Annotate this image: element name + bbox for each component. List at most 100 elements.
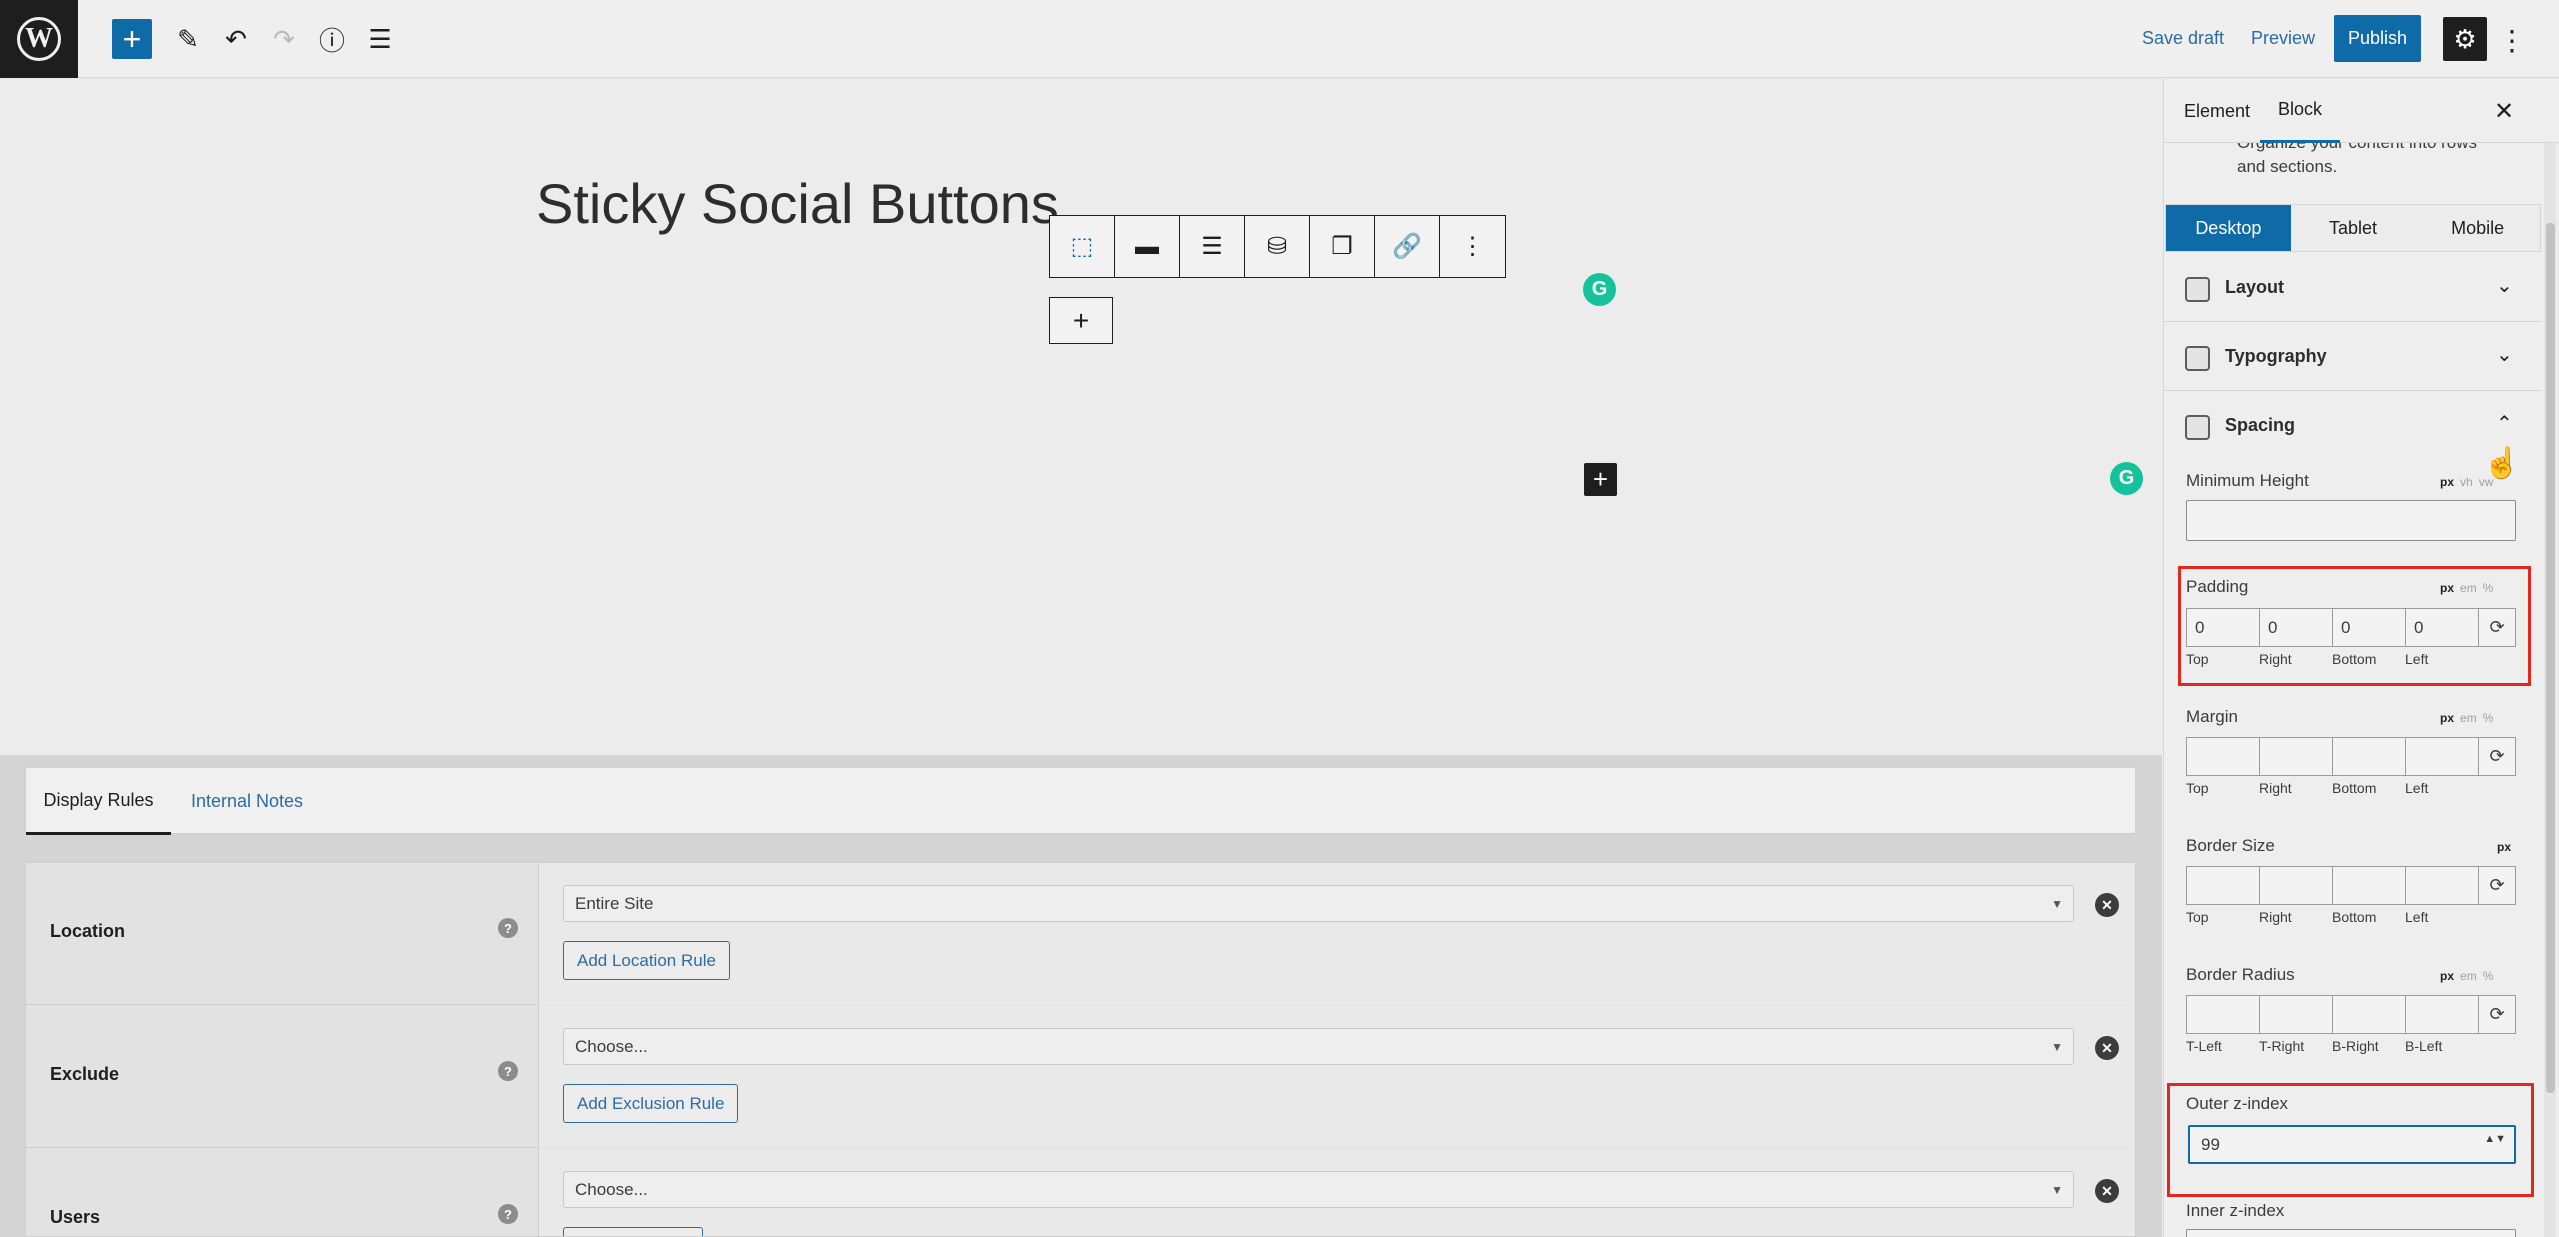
help-icon[interactable]: ? — [498, 1204, 518, 1224]
radius-top-left-input[interactable] — [2187, 996, 2260, 1033]
padding-right-input[interactable]: 0 — [2260, 609, 2333, 646]
outer-z-index-input[interactable]: 99 ▲▼ — [2188, 1125, 2516, 1164]
unit-percent[interactable]: % — [2483, 581, 2494, 595]
add-user-rule-button[interactable] — [563, 1227, 703, 1236]
radius-top-right-input[interactable] — [2260, 996, 2333, 1033]
tab-element[interactable]: Element — [2184, 79, 2250, 143]
select-parent-button[interactable]: ⬚ — [1050, 216, 1115, 277]
link-button[interactable]: 🔗 — [1375, 216, 1440, 277]
margin-left-input[interactable] — [2406, 738, 2479, 775]
border-left-input[interactable] — [2406, 867, 2479, 904]
input-value: 99 — [2201, 1135, 2220, 1154]
unit-px[interactable]: px — [2440, 969, 2454, 983]
block-width-button[interactable]: ▬ — [1115, 216, 1180, 277]
margin-units: px em% — [2440, 711, 2499, 725]
radius-bottom-left-input[interactable] — [2406, 996, 2479, 1033]
block-appender-button[interactable]: + — [1584, 463, 1617, 496]
unit-em[interactable]: em — [2460, 969, 2477, 983]
remove-rule-button[interactable]: ✕ — [2095, 1036, 2119, 1060]
link-values-button[interactable]: ⟳ — [2479, 609, 2515, 646]
wordpress-icon: W — [17, 17, 61, 61]
help-icon[interactable]: ? — [498, 1061, 518, 1081]
padding-left-input[interactable]: 0 — [2406, 609, 2479, 646]
scrollbar-thumb[interactable] — [2546, 223, 2555, 1093]
panel-typography[interactable]: Typography ⌄ — [2164, 322, 2542, 391]
settings-button[interactable]: ⚙ — [2443, 17, 2487, 61]
rule-row-exclude: Exclude ? Choose... ▼ ✕ Add Exclusion Ru… — [26, 1006, 2135, 1148]
wordpress-logo-button[interactable]: W — [0, 0, 78, 78]
block-options-button[interactable]: ⋮ — [1440, 216, 1505, 277]
add-exclusion-rule-button[interactable]: Add Exclusion Rule — [563, 1084, 739, 1123]
unit-percent[interactable]: % — [2483, 711, 2494, 725]
sync-icon: ⟳ — [2489, 1004, 2505, 1024]
details-button[interactable]: ⓘ — [312, 19, 352, 59]
min-height-input[interactable] — [2186, 500, 2516, 541]
border-bottom-input[interactable] — [2333, 867, 2406, 904]
remove-rule-button[interactable]: ✕ — [2095, 1179, 2119, 1203]
padding-bottom-input[interactable]: 0 — [2333, 609, 2406, 646]
location-select[interactable]: Entire Site ▼ — [563, 885, 2074, 922]
tab-tablet[interactable]: Tablet — [2290, 205, 2416, 251]
unit-px[interactable]: px — [2440, 711, 2454, 725]
link-values-button[interactable]: ⟳ — [2479, 867, 2515, 904]
tab-desktop[interactable]: Desktop — [2166, 205, 2291, 251]
list-view-button[interactable]: ☰ — [360, 19, 400, 59]
undo-button[interactable]: ↶ — [216, 19, 256, 59]
align-wide-icon: ▬ — [1135, 232, 1159, 260]
link-values-button[interactable]: ⟳ — [2479, 738, 2515, 775]
unit-px[interactable]: px — [2497, 840, 2511, 854]
margin-top-input[interactable] — [2187, 738, 2260, 775]
help-icon[interactable]: ? — [498, 918, 518, 938]
display-rules-metabox: Display Rules Internal Notes Location ? … — [0, 755, 2162, 1237]
unit-em[interactable]: em — [2460, 711, 2477, 725]
save-draft-link[interactable]: Save draft — [2142, 28, 2224, 49]
align-left-icon: ☰ — [1201, 233, 1223, 260]
options-menu-button[interactable]: ⋮ — [2497, 20, 2527, 60]
close-sidebar-button[interactable]: ✕ — [2486, 93, 2522, 129]
add-location-rule-button[interactable]: Add Location Rule — [563, 941, 730, 980]
add-block-button[interactable]: + — [112, 19, 152, 59]
duplicate-button[interactable]: ❐ — [1310, 216, 1375, 277]
device-tabs: Desktop Tablet Mobile — [2165, 204, 2541, 252]
remove-rule-button[interactable]: ✕ — [2095, 893, 2119, 917]
post-title[interactable]: Sticky Social Buttons — [536, 171, 1059, 236]
side-label: Bottom — [2332, 780, 2377, 796]
unit-px[interactable]: px — [2440, 581, 2454, 595]
unit-px[interactable]: px — [2440, 475, 2454, 489]
unit-em[interactable]: em — [2460, 581, 2477, 595]
users-select[interactable]: Choose... ▼ — [563, 1171, 2074, 1208]
border-top-input[interactable] — [2187, 867, 2260, 904]
padding-top-input[interactable]: 0 — [2187, 609, 2260, 646]
exclude-select[interactable]: Choose... ▼ — [563, 1028, 2074, 1065]
tab-block[interactable]: Block — [2260, 79, 2340, 143]
inner-block-appender[interactable]: + — [1049, 297, 1113, 344]
border-radius-side-labels: T-Left T-Right B-Right B-Left — [2186, 1038, 2516, 1054]
publish-button[interactable]: Publish — [2334, 15, 2421, 62]
select-value: Choose... — [575, 1037, 648, 1056]
rule-controls: Entire Site ▼ ✕ Add Location Rule — [538, 863, 2135, 1005]
border-right-input[interactable] — [2260, 867, 2333, 904]
edit-tools-button[interactable]: ✎ — [168, 19, 208, 59]
link-values-button[interactable]: ⟳ — [2479, 996, 2515, 1033]
border-radius-label: Border Radius — [2186, 965, 2295, 984]
radius-bottom-right-input[interactable] — [2333, 996, 2406, 1033]
unit-percent[interactable]: % — [2483, 969, 2494, 983]
border-radius-units: px em% — [2440, 969, 2499, 983]
preview-link[interactable]: Preview — [2251, 28, 2315, 49]
tab-mobile[interactable]: Mobile — [2415, 205, 2541, 251]
margin-bottom-input[interactable] — [2333, 738, 2406, 775]
side-label: T-Left — [2186, 1038, 2222, 1054]
redo-button[interactable]: ↷ — [264, 19, 304, 59]
tab-display-rules[interactable]: Display Rules — [26, 768, 171, 835]
unit-vh[interactable]: vh — [2460, 475, 2473, 489]
spinner-arrows-icon[interactable]: ▲▼ — [2484, 1134, 2506, 1145]
dynamic-data-button[interactable]: ⛁ — [1245, 216, 1310, 277]
tab-internal-notes[interactable]: Internal Notes — [191, 768, 303, 835]
inner-z-index-input[interactable] — [2186, 1229, 2516, 1237]
panel-layout[interactable]: Layout ⌄ — [2164, 253, 2542, 322]
grammarly-icon[interactable]: G — [1583, 273, 1616, 306]
text-align-button[interactable]: ☰ — [1180, 216, 1245, 277]
margin-right-input[interactable] — [2260, 738, 2333, 775]
sidebar-scrollbar[interactable] — [2544, 143, 2556, 1237]
grammarly-icon[interactable]: G — [2110, 462, 2143, 495]
